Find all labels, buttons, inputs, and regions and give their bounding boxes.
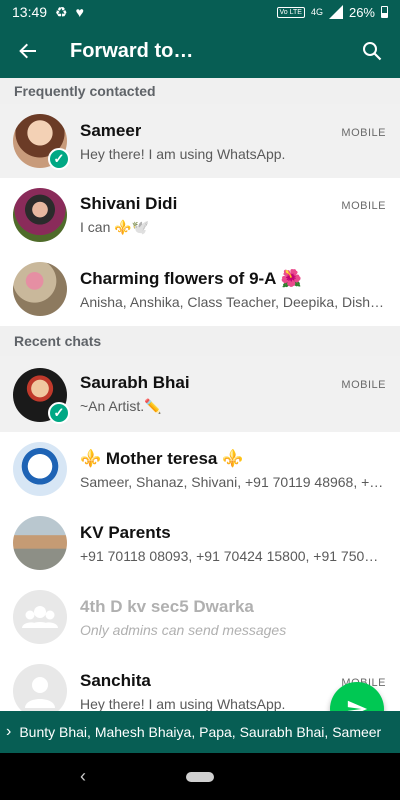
group-icon [22, 606, 58, 628]
group-name: Charming flowers of 9-A 🌺 [80, 268, 302, 288]
system-nav-bar: ‹ [0, 753, 400, 800]
contact-name: Sameer [80, 120, 142, 140]
battery-icon [381, 6, 388, 18]
person-icon [25, 677, 55, 708]
sync-icon: ♻ [55, 4, 68, 20]
contact-type: MOBILE [341, 379, 386, 391]
group-avatar-placeholder [13, 590, 67, 644]
signal-icon [328, 5, 343, 19]
contact-status: ~An Artist.✏️ [80, 398, 162, 414]
group-members: Anisha, Anshika, Class Teacher, Deepika,… [80, 293, 385, 310]
group-row-mother-teresa[interactable]: ⚜️ Mother teresa ⚜️ Sameer, Shanaz, Shiv… [0, 432, 400, 506]
chevron-right-icon: › [6, 723, 12, 740]
contact-status: I can ⚜️🕊️ [80, 219, 150, 235]
status-bar: 13:49 ♻ ♥ Vo LTE 4G 26% [0, 0, 400, 24]
group-members: +91 70118 08093, +91 70424 15800, +91 75… [80, 547, 379, 564]
contact-type: MOBILE [341, 200, 386, 212]
group-row-charming-flowers[interactable]: Charming flowers of 9-A 🌺 Anisha, Anshik… [0, 252, 400, 326]
avatar [13, 188, 67, 242]
group-name: KV Parents [80, 522, 171, 542]
selected-contacts-bar[interactable]: › Bunty Bhai, Mahesh Bhaiya, Papa, Saura… [0, 711, 400, 753]
clock: 13:49 [12, 4, 48, 20]
app-bar: Forward to… [0, 24, 400, 78]
nav-back-button[interactable]: ‹ [80, 766, 86, 787]
search-icon [363, 42, 382, 61]
section-header-recent: Recent chats [0, 326, 400, 356]
group-name: ⚜️ Mother teresa ⚜️ [80, 448, 244, 468]
group-restriction-note: Only admins can send messages [80, 621, 287, 638]
group-name: 4th D kv sec5 Dwarka [80, 596, 254, 616]
contact-row-sameer[interactable]: ✓ Sameer MOBILE Hey there! I am using Wh… [0, 104, 400, 178]
contact-type: MOBILE [341, 126, 386, 139]
selected-check-icon: ✓ [48, 402, 70, 424]
avatar [13, 262, 67, 316]
group-members: Sameer, Shanaz, Shivani, +91 70119 48968… [80, 473, 384, 490]
avatar [13, 442, 67, 496]
contact-status: Hey there! I am using WhatsApp. [80, 145, 286, 162]
arrow-back-icon [19, 43, 36, 59]
selected-contacts-list: Bunty Bhai, Mahesh Bhaiya, Papa, Saurabh… [19, 724, 382, 740]
back-button[interactable] [0, 24, 56, 78]
heart-icon: ♥ [75, 4, 84, 20]
battery-percent: 26% [348, 4, 375, 20]
section-header-frequent: Frequently contacted [0, 78, 400, 104]
avatar-placeholder [13, 664, 67, 718]
group-row-4th-d-kv: 4th D kv sec5 Dwarka Only admins can sen… [0, 580, 400, 654]
page-title: Forward to… [70, 39, 194, 62]
nav-home-pill[interactable] [186, 772, 214, 782]
search-button[interactable] [344, 24, 400, 78]
avatar [13, 516, 67, 570]
volte-icon: Vo LTE [276, 6, 305, 18]
network-type: 4G [310, 7, 323, 17]
selected-check-icon: ✓ [48, 148, 70, 170]
contact-name: Shivani Didi [80, 194, 178, 213]
group-row-kv-parents[interactable]: KV Parents +91 70118 08093, +91 70424 15… [0, 506, 400, 580]
contact-row-saurabh-bhai[interactable]: ✓ Saurabh Bhai MOBILE ~An Artist.✏️ [0, 356, 400, 432]
contact-row-shivani-didi[interactable]: Shivani Didi MOBILE I can ⚜️🕊️ [0, 178, 400, 252]
contact-name: Sanchita [80, 670, 151, 690]
contact-name: Saurabh Bhai [80, 373, 190, 392]
